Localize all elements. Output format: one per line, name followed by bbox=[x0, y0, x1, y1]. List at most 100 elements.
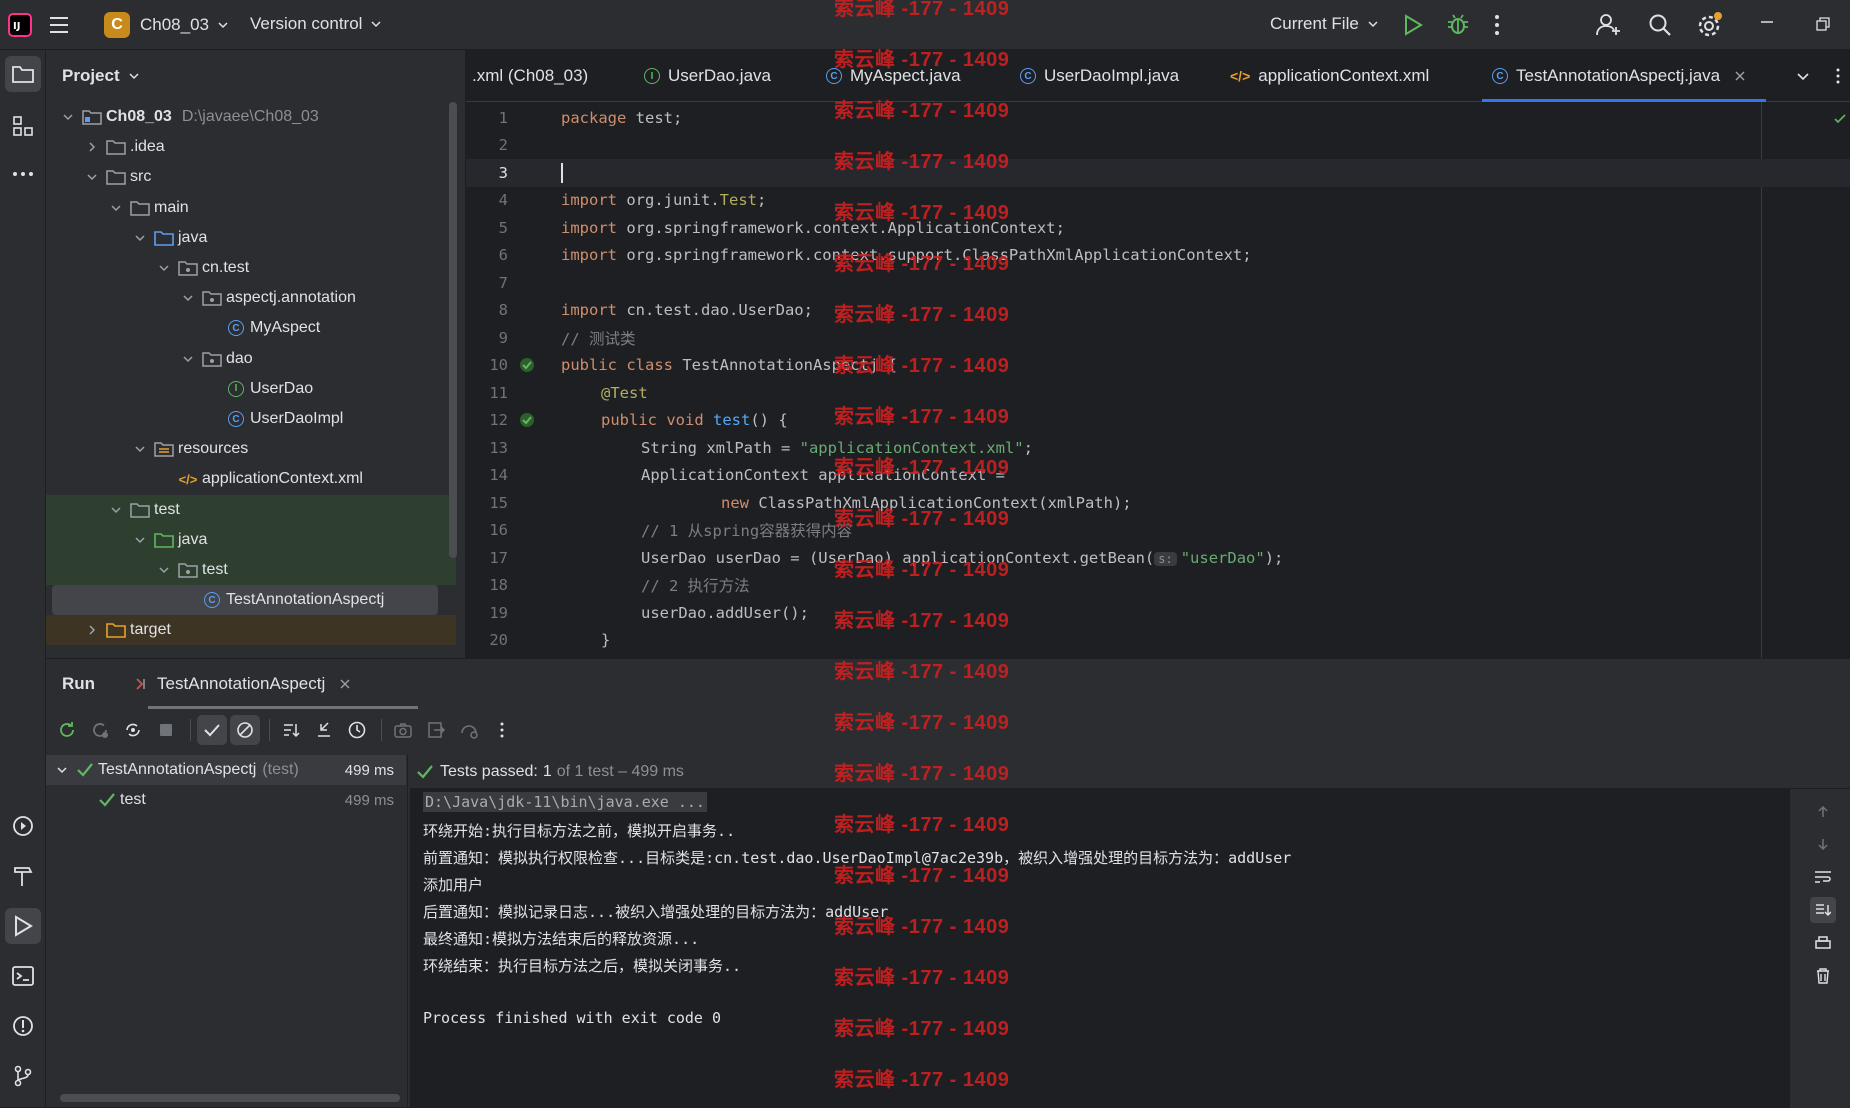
code-line: 1 package test; bbox=[466, 104, 1850, 132]
run-test-gutter-icon[interactable] bbox=[516, 357, 538, 373]
tree-item-dao[interactable]: dao bbox=[46, 344, 456, 374]
stop-icon[interactable] bbox=[151, 715, 181, 745]
chevron-down-icon[interactable] bbox=[132, 441, 148, 457]
soft-wrap-icon[interactable] bbox=[1814, 869, 1832, 885]
restore-window-icon[interactable] bbox=[1816, 17, 1830, 31]
search-icon[interactable] bbox=[1648, 13, 1672, 37]
chevron-down-icon[interactable] bbox=[60, 109, 76, 125]
main-menu-icon[interactable] bbox=[48, 14, 70, 36]
console-output[interactable]: D:\Java\jdk-11\bin\java.exe ... 环绕开始:执行目… bbox=[410, 789, 1790, 1108]
tree-item-applicationcontext-xml[interactable]: </> applicationContext.xml bbox=[46, 464, 456, 494]
structure-tool-button[interactable] bbox=[5, 108, 41, 144]
project-panel-header[interactable]: Project bbox=[46, 50, 465, 102]
tree-item-myaspect[interactable]: C MyAspect bbox=[46, 313, 456, 343]
chevron-down-icon[interactable] bbox=[180, 290, 196, 306]
git-tool-button[interactable] bbox=[5, 1058, 41, 1094]
camera-icon[interactable] bbox=[388, 715, 418, 745]
test-suite-row[interactable]: TestAnnotationAspectj (test) 499 ms bbox=[46, 755, 406, 785]
tree-item-java[interactable]: java bbox=[46, 223, 456, 253]
tree-item-aspectj-annotation[interactable]: aspectj.annotation bbox=[46, 283, 456, 313]
close-icon[interactable] bbox=[339, 678, 351, 690]
chevron-down-icon[interactable] bbox=[132, 230, 148, 246]
run-button[interactable] bbox=[1402, 13, 1424, 37]
tree-item-target[interactable]: target bbox=[46, 615, 456, 646]
code-line: 6 import org.springframework.context.supp… bbox=[466, 242, 1850, 270]
arrow-down-icon[interactable] bbox=[1816, 837, 1830, 851]
history-icon[interactable] bbox=[342, 715, 372, 745]
trash-icon[interactable] bbox=[1815, 967, 1831, 985]
tab-more-icon[interactable] bbox=[1836, 50, 1840, 102]
run-config-selector[interactable]: Current File bbox=[1270, 14, 1379, 34]
tab-userdao[interactable]: I UserDao.java bbox=[644, 50, 771, 102]
coverage-icon[interactable] bbox=[454, 715, 484, 745]
show-ignored-icon[interactable] bbox=[230, 715, 260, 745]
settings-gear-icon[interactable] bbox=[1696, 11, 1724, 39]
show-passed-icon[interactable] bbox=[197, 715, 227, 745]
chevron-down-icon[interactable] bbox=[108, 200, 124, 216]
run-tab[interactable]: TestAnnotationAspectj bbox=[135, 674, 351, 694]
project-scrollbar[interactable] bbox=[449, 102, 457, 558]
test-tree-scrollbar[interactable] bbox=[60, 1094, 400, 1102]
arrow-up-icon[interactable] bbox=[1816, 805, 1830, 819]
chevron-right-icon[interactable] bbox=[84, 139, 100, 155]
rerun-icon[interactable] bbox=[52, 715, 82, 745]
chevron-down-icon[interactable] bbox=[180, 351, 196, 367]
version-control-menu[interactable]: Version control bbox=[250, 14, 382, 34]
tree-item-resources[interactable]: resources bbox=[46, 434, 456, 464]
run-tool-button[interactable] bbox=[5, 908, 41, 944]
tab-userdaoimpl[interactable]: C UserDaoImpl.java bbox=[1020, 50, 1179, 102]
services-tool-button[interactable] bbox=[5, 808, 41, 844]
more-actions-icon[interactable] bbox=[1494, 14, 1500, 36]
parameter-hint: s: bbox=[1154, 551, 1177, 566]
sort-icon[interactable] bbox=[276, 715, 306, 745]
collapse-all-icon[interactable] bbox=[309, 715, 339, 745]
code-editor[interactable]: 1 package test; 2 3 4 import org.junit.Tes… bbox=[466, 102, 1850, 658]
add-user-icon[interactable] bbox=[1596, 13, 1622, 37]
chevron-right-icon[interactable] bbox=[84, 622, 100, 638]
tree-item-main[interactable]: main bbox=[46, 193, 456, 223]
tree-item-userdao[interactable]: I UserDao bbox=[46, 374, 456, 404]
code-line: 17 UserDao userDao = (UserDao) applicatio… bbox=[466, 544, 1850, 572]
code-token: test; bbox=[626, 108, 683, 127]
export-icon[interactable] bbox=[421, 715, 451, 745]
tree-item-testannotationaspectj[interactable]: C TestAnnotationAspectj bbox=[52, 585, 438, 616]
debug-button[interactable] bbox=[1446, 12, 1470, 36]
tree-item-userdaoimpl[interactable]: C UserDaoImpl bbox=[46, 404, 456, 434]
chevron-down-icon[interactable] bbox=[108, 502, 124, 518]
minimize-icon[interactable] bbox=[1760, 20, 1774, 24]
tab-applicationcontext-xml[interactable]: </> applicationContext.xml bbox=[1230, 50, 1429, 102]
chevron-down-icon[interactable] bbox=[84, 169, 100, 185]
run-test-gutter-icon[interactable] bbox=[516, 412, 538, 428]
print-icon[interactable] bbox=[1814, 935, 1832, 951]
tree-item-java[interactable]: java bbox=[46, 524, 456, 555]
tree-item-src[interactable]: src bbox=[46, 162, 456, 192]
tree-item-cn-test[interactable]: cn.test bbox=[46, 253, 456, 283]
problems-tool-button[interactable] bbox=[5, 1008, 41, 1044]
tree-item-test[interactable]: test bbox=[46, 555, 456, 585]
tab-myaspect[interactable]: C MyAspect.java bbox=[826, 50, 961, 102]
tree-item-idea[interactable]: .idea bbox=[46, 132, 456, 162]
chevron-down-icon[interactable] bbox=[156, 562, 172, 578]
chevron-down-icon[interactable] bbox=[156, 260, 172, 276]
tab-list-chevron-icon[interactable] bbox=[1796, 50, 1810, 102]
more-actions-icon[interactable] bbox=[487, 715, 517, 745]
test-case-row[interactable]: test 499 ms bbox=[46, 785, 406, 815]
tree-item-test[interactable]: test bbox=[46, 494, 456, 525]
console-line[interactable]: D:\Java\jdk-11\bin\java.exe ... bbox=[423, 792, 707, 812]
project-tool-button[interactable] bbox=[5, 56, 41, 92]
app-logo-icon[interactable]: IJ bbox=[8, 13, 32, 37]
terminal-tool-button[interactable] bbox=[5, 958, 41, 994]
tab-applicationcontext-partial[interactable]: .xml (Ch08_03) bbox=[472, 50, 588, 102]
build-tool-button[interactable] bbox=[5, 858, 41, 894]
scroll-to-end-button[interactable] bbox=[1810, 897, 1836, 923]
rerun-failed-icon[interactable] bbox=[85, 715, 115, 745]
toggle-auto-test-icon[interactable] bbox=[118, 715, 148, 745]
test-source-folder-icon bbox=[154, 530, 174, 550]
tab-testannotationaspectj[interactable]: C TestAnnotationAspectj.java bbox=[1481, 50, 1767, 102]
more-tools-icon[interactable] bbox=[5, 156, 41, 192]
project-name: Ch08_03 bbox=[140, 15, 210, 34]
chevron-down-icon[interactable] bbox=[132, 532, 148, 548]
project-switcher[interactable]: C Ch08_03 bbox=[104, 12, 229, 38]
tree-item-ch08-03[interactable]: Ch08_03 D:\javaee\Ch08_03 bbox=[46, 102, 456, 132]
close-icon[interactable] bbox=[1734, 70, 1746, 82]
